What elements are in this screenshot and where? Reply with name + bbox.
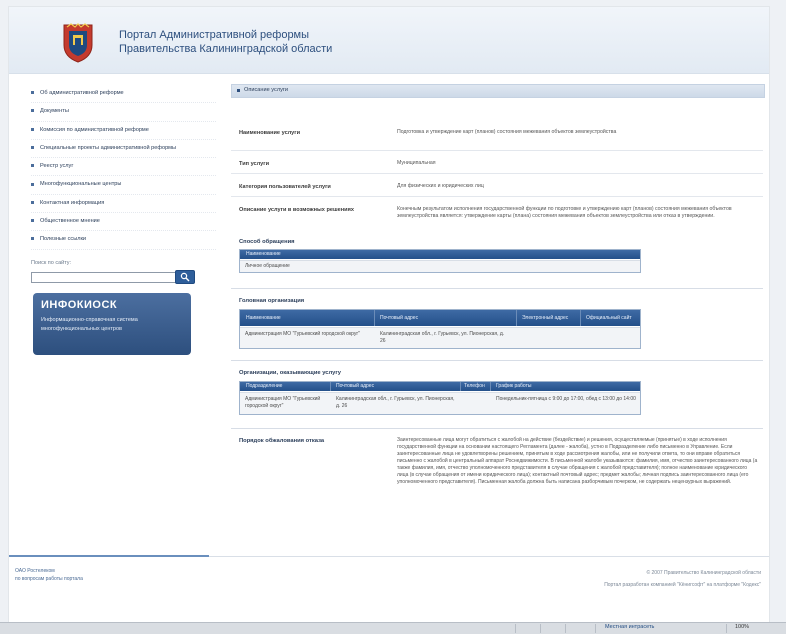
footer-link-2[interactable]: по вопросам работы портала	[15, 575, 83, 583]
nav-item-reform[interactable]: Об административной реформе	[31, 85, 216, 104]
info-row-category: Категория пользователей услуги Для физич…	[231, 174, 763, 197]
nav-item-commission[interactable]: Комиссия по административной реформе	[31, 122, 216, 140]
infokiosk-banner[interactable]: ИНФОКИОСК Информационно-справочная систе…	[33, 293, 191, 355]
status-segment	[515, 624, 536, 633]
providers-section-title: Организации, оказывающие услугу	[239, 370, 341, 376]
appeal-order-text: Заинтересованные лица могут обратиться с…	[397, 437, 758, 485]
lead-org-grid: Наименование Почтовый адрес Электронный …	[239, 309, 641, 349]
table-row[interactable]: Администрация МО "Гурьевский городской о…	[240, 392, 640, 414]
sidebar-nav: Об административной реформе Документы Ко…	[31, 85, 216, 250]
lead-org-grid-header: Наименование Почтовый адрес Электронный …	[240, 310, 640, 326]
security-zone: Местная интрасеть	[605, 624, 655, 630]
footer-credits[interactable]: Портал разработан компанией "Кёнигсофт" …	[604, 579, 761, 591]
footer-left: ОАО Ростелеком по вопросам работы портал…	[15, 567, 83, 583]
appeal-grid-header: Наименование	[240, 250, 640, 259]
nav-item-links[interactable]: Полезные ссылки	[31, 231, 216, 250]
footer-accent-line	[9, 555, 209, 557]
appeal-grid: Наименование Личное обращение	[239, 249, 641, 273]
appeal-order-title: Порядок обжалования отказа	[239, 438, 325, 444]
footer-divider	[209, 556, 769, 557]
header: Портал Административной реформы Правител…	[9, 7, 769, 74]
breadcrumb-current: Описание услуги	[244, 87, 289, 93]
divider	[231, 288, 763, 289]
status-segment	[540, 624, 561, 633]
search-button[interactable]	[175, 270, 195, 284]
bullet-icon	[31, 145, 34, 149]
footer-right: © 2007 Правительство Калининградской обл…	[604, 567, 761, 591]
portal-title: Портал Административной реформы	[119, 29, 310, 41]
appeal-section-title: Способ обращения	[239, 239, 295, 245]
table-row[interactable]: Администрация МО "Гурьевский городской о…	[240, 327, 640, 348]
bullet-icon	[31, 182, 34, 186]
portal-subtitle: Правительства Калининградской области	[119, 43, 333, 55]
info-row-name: Наименование услуги Подготовка и утвержд…	[231, 119, 763, 151]
lead-org-section-title: Головная организация	[239, 298, 305, 304]
status-segment	[565, 624, 586, 633]
table-row[interactable]: Личное обращение	[240, 260, 640, 272]
breadcrumb: Описание услуги	[231, 84, 765, 98]
search-label: Поиск по сайту:	[31, 260, 72, 266]
nav-item-documents[interactable]: Документы	[31, 103, 216, 122]
providers-grid-header: Подразделение Почтовый адрес Телефон Гра…	[240, 382, 640, 391]
zoom-level[interactable]: 100%	[735, 624, 749, 630]
kiosk-text: Информационно-справочная система многофу…	[41, 317, 138, 332]
service-info-table: Наименование услуги Подготовка и утвержд…	[231, 119, 763, 231]
bullet-icon	[31, 237, 34, 241]
info-row-description: Описание услуги в возможных решениях Кон…	[239, 206, 732, 219]
bullet-icon	[31, 109, 34, 113]
bullet-icon	[31, 164, 34, 168]
page: Портал Административной реформы Правител…	[8, 6, 770, 623]
divider	[231, 360, 763, 361]
bullet-icon	[31, 219, 34, 223]
divider	[231, 428, 763, 429]
providers-grid: Подразделение Почтовый адрес Телефон Гра…	[239, 381, 641, 415]
kiosk-title: ИНФОКИОСК	[41, 299, 118, 311]
info-row-type: Тип услуги Муниципальная	[231, 151, 763, 174]
search-input[interactable]	[31, 272, 177, 283]
nav-item-mfc[interactable]: Многофункциональные центры	[31, 176, 216, 195]
footer-copyright: © 2007 Правительство Калининградской обл…	[646, 570, 761, 576]
bullet-icon	[31, 200, 34, 204]
nav-item-public-opinion[interactable]: Общественное мнение	[31, 213, 216, 232]
nav-item-special-projects[interactable]: Специальные проекты административной реф…	[31, 140, 216, 159]
footer-link-1[interactable]: ОАО Ростелеком	[15, 567, 83, 575]
bullet-icon	[31, 127, 34, 131]
browser-status-bar: Местная интрасеть 100%	[0, 622, 786, 634]
bullet-icon	[31, 91, 34, 95]
coat-of-arms-logo	[63, 23, 93, 63]
nav-item-services-registry[interactable]: Реестр услуг	[31, 158, 216, 177]
bullet-icon	[237, 89, 240, 92]
nav-item-contacts[interactable]: Контактная информация	[31, 195, 216, 214]
search-icon	[180, 272, 190, 282]
